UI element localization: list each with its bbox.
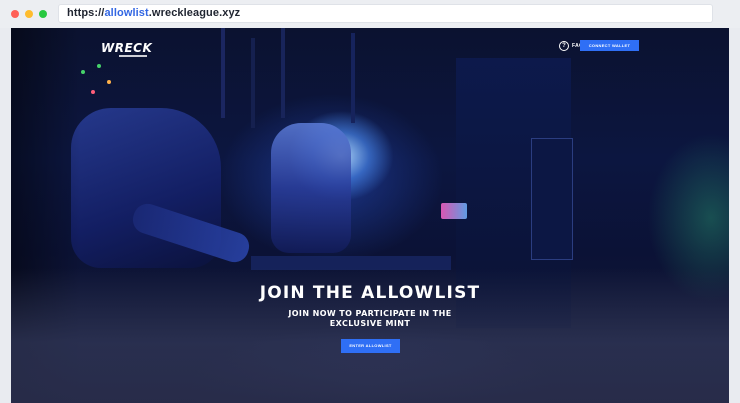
- background-cabinet: [531, 138, 573, 260]
- page-viewport: WRECK ? FAQ CONNECT WALLET JOIN THE ALLO…: [11, 28, 729, 403]
- background-robot-center: [271, 123, 351, 253]
- help-circle-icon: ?: [559, 41, 569, 51]
- url-prefix: https://: [67, 7, 105, 19]
- minimize-dot-icon[interactable]: [25, 10, 33, 18]
- hero-subtitle-line-2: EXCLUSIVE MINT: [329, 319, 411, 328]
- url-domain: .wreckleague.xyz: [148, 7, 241, 19]
- enter-allowlist-button[interactable]: ENTER ALLOWLIST: [341, 339, 400, 353]
- hero-title: JOIN THE ALLOWLIST: [259, 283, 481, 303]
- browser-window: https://allowlist.wreckleague.xyz WRECK …: [0, 0, 740, 403]
- hanging-cables: [221, 28, 225, 118]
- close-dot-icon[interactable]: [11, 10, 19, 18]
- background-light: [91, 90, 95, 94]
- background-light: [81, 70, 85, 74]
- logo-underline: [119, 55, 147, 57]
- maximize-dot-icon[interactable]: [39, 10, 47, 18]
- url-text: https://allowlist.wreckleague.xyz: [67, 7, 240, 19]
- background-light: [107, 80, 111, 84]
- hero-subtitle-line-1: JOIN NOW TO PARTICIPATE IN THE: [288, 309, 452, 318]
- browser-toolbar: https://allowlist.wreckleague.xyz: [0, 0, 740, 28]
- background-neon-panel: [441, 203, 467, 219]
- connect-wallet-button[interactable]: CONNECT WALLET: [580, 40, 639, 51]
- url-subdomain: allowlist: [104, 7, 149, 19]
- logo-text: WRECK: [101, 41, 153, 55]
- address-bar[interactable]: https://allowlist.wreckleague.xyz: [59, 5, 712, 22]
- background-light: [97, 64, 101, 68]
- hero-subtitle: JOIN NOW TO PARTICIPATE IN THE EXCLUSIVE…: [240, 309, 500, 329]
